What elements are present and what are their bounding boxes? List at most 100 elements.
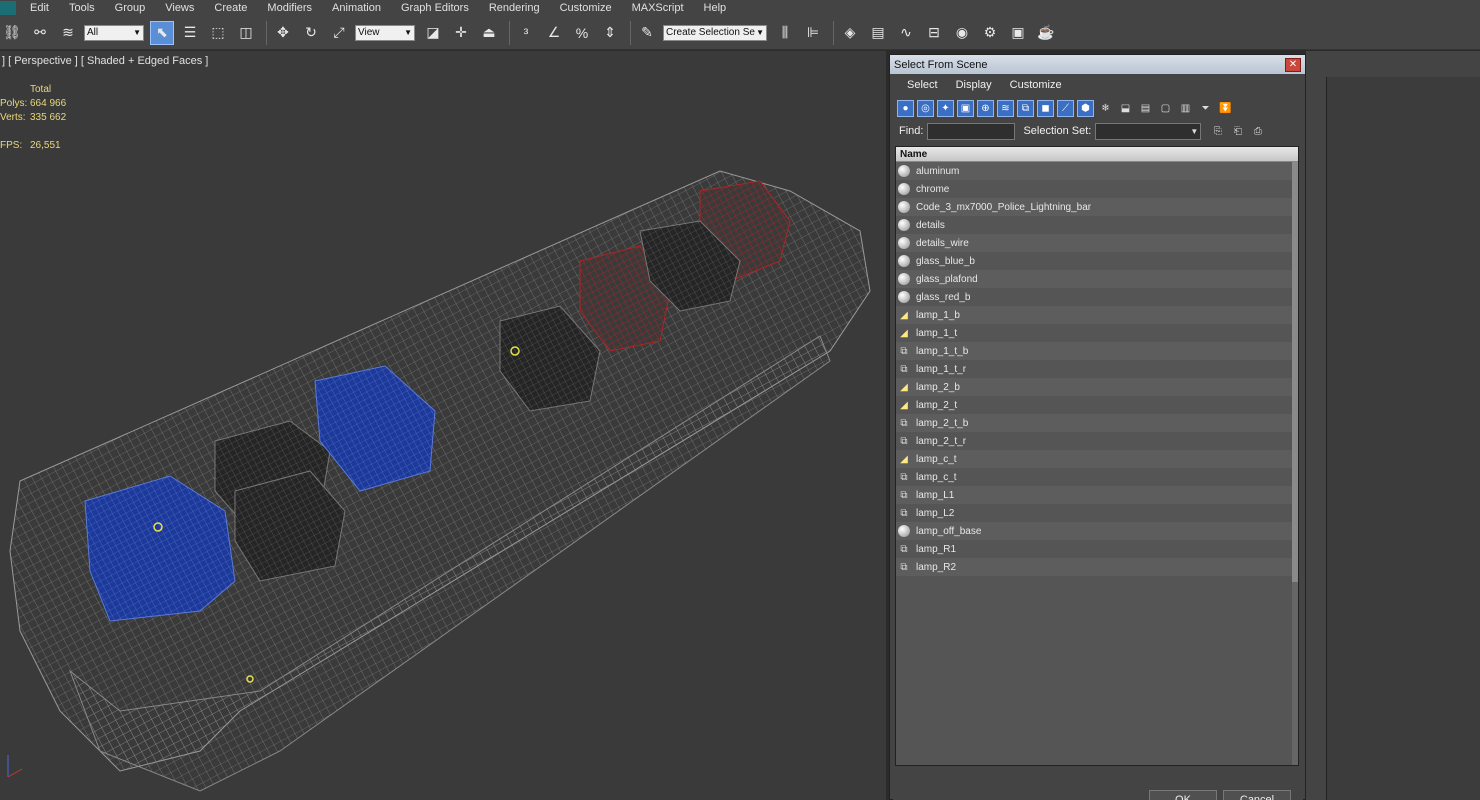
list-item[interactable]: ⧉ lamp_1_t_r	[896, 360, 1298, 378]
angle-snap-icon[interactable]: ∠	[542, 21, 566, 45]
menu-customize[interactable]: Customize	[560, 2, 612, 14]
list-item[interactable]: ◢ lamp_c_t	[896, 450, 1298, 468]
schematic-view-icon[interactable]: ⊟	[922, 21, 946, 45]
ribbon-icon[interactable]: ▤	[866, 21, 890, 45]
select-invert-icon[interactable]: ▥	[1177, 100, 1194, 117]
menu-create[interactable]: Create	[214, 2, 247, 14]
link-icon[interactable]: ⛓	[0, 21, 24, 45]
filter-options-icon[interactable]: ⏬	[1217, 100, 1234, 117]
list-item[interactable]: details_wire	[896, 234, 1298, 252]
menu-group[interactable]: Group	[115, 2, 146, 14]
menu-edit[interactable]: Edit	[30, 2, 49, 14]
display-lights-icon[interactable]: ✦	[937, 99, 954, 117]
ok-button[interactable]: OK	[1149, 790, 1217, 800]
bind-space-warp-icon[interactable]: ≋	[56, 21, 80, 45]
menu-rendering[interactable]: Rendering	[489, 2, 540, 14]
list-item[interactable]: ◢ lamp_2_t	[896, 396, 1298, 414]
mirror-icon[interactable]: ⫼	[773, 21, 797, 45]
display-space-warps-icon[interactable]: ≋	[997, 99, 1014, 117]
list-item[interactable]: ◢ lamp_1_t	[896, 324, 1298, 342]
list-item[interactable]: ◢ lamp_2_b	[896, 378, 1298, 396]
app-icon[interactable]	[0, 1, 16, 15]
layer-manager-icon[interactable]: ◈	[838, 21, 862, 45]
display-bones-icon[interactable]: ⟋	[1057, 99, 1074, 117]
select-manipulate-icon[interactable]: ✛	[449, 21, 473, 45]
find-input[interactable]	[927, 122, 1016, 140]
display-shapes-icon[interactable]: ◎	[917, 99, 934, 117]
percent-snap-icon[interactable]: %	[570, 21, 594, 45]
list-item[interactable]: lamp_off_base	[896, 522, 1298, 540]
menu-help[interactable]: Help	[704, 2, 727, 14]
snaps-toggle-icon[interactable]: ³	[514, 21, 538, 45]
list-item[interactable]: ⧉ lamp_R2	[896, 558, 1298, 576]
keyboard-shortcut-override-icon[interactable]: ⏏	[477, 21, 501, 45]
lightbar-wireframe-model[interactable]	[0, 111, 886, 800]
display-geometry-icon[interactable]: ●	[897, 99, 914, 117]
list-item[interactable]: aluminum	[896, 162, 1298, 180]
list-item[interactable]: ⧉ lamp_L2	[896, 504, 1298, 522]
list-item[interactable]: ⧉ lamp_2_t_r	[896, 432, 1298, 450]
rectangular-selection-icon[interactable]: ⬚	[206, 21, 230, 45]
named-selection-sets-dropdown[interactable]: Create Selection Se ▼	[663, 24, 767, 41]
list-scrollbar[interactable]	[1292, 162, 1298, 765]
add-to-selection-set-icon[interactable]: ⎗	[1229, 123, 1246, 140]
selection-filter-dropdown[interactable]: All ▼	[84, 24, 144, 41]
edit-named-selection-icon[interactable]: ✎	[635, 21, 659, 45]
render-setup-icon[interactable]: ⚙	[978, 21, 1002, 45]
display-frozen-icon[interactable]: ❄	[1097, 100, 1114, 117]
filter-icon[interactable]: ⏷	[1197, 100, 1214, 117]
menu-animation[interactable]: Animation	[332, 2, 381, 14]
rotate-icon[interactable]: ↻	[299, 21, 323, 45]
dialog-title-bar[interactable]: Select From Scene ✕	[890, 55, 1305, 74]
display-cameras-icon[interactable]: ▣	[957, 99, 974, 117]
spinner-snap-icon[interactable]: ⇕	[598, 21, 622, 45]
list-item[interactable]: glass_red_b	[896, 288, 1298, 306]
pivot-center-icon[interactable]: ◪	[421, 21, 445, 45]
name-column-header[interactable]: Name	[896, 147, 1298, 162]
cancel-button[interactable]: Cancel	[1223, 790, 1291, 800]
list-item[interactable]: ⧉ lamp_2_t_b	[896, 414, 1298, 432]
list-item[interactable]: ⧉ lamp_1_t_b	[896, 342, 1298, 360]
list-item[interactable]: ⧉ lamp_R1	[896, 540, 1298, 558]
list-item[interactable]: glass_plafond	[896, 270, 1298, 288]
menu-tools[interactable]: Tools	[69, 2, 95, 14]
list-item[interactable]: glass_blue_b	[896, 252, 1298, 270]
rendered-frame-window-icon[interactable]: ▣	[1006, 21, 1030, 45]
selection-set-dropdown[interactable]: ▼	[1095, 122, 1202, 140]
align-icon[interactable]: ⊫	[801, 21, 825, 45]
menu-maxscript[interactable]: MAXScript	[632, 2, 684, 14]
list-item[interactable]: ⧉ lamp_L1	[896, 486, 1298, 504]
material-editor-icon[interactable]: ◉	[950, 21, 974, 45]
window-crossing-icon[interactable]: ◫	[234, 21, 258, 45]
select-by-name-icon[interactable]: ☰	[178, 21, 202, 45]
remove-from-selection-set-icon[interactable]: ⎙	[1249, 123, 1266, 140]
unlink-icon[interactable]: ⚯	[28, 21, 52, 45]
list-item[interactable]: chrome	[896, 180, 1298, 198]
close-icon[interactable]: ✕	[1285, 57, 1301, 72]
dialog-menu-select[interactable]: Select	[907, 79, 938, 91]
scrollbar-thumb[interactable]	[1292, 162, 1298, 582]
menu-modifiers[interactable]: Modifiers	[267, 2, 312, 14]
scene-object-list[interactable]: Name aluminum chrome Code_3_mx7000_Police_…	[895, 146, 1299, 766]
curve-editor-icon[interactable]: ∿	[894, 21, 918, 45]
scale-icon[interactable]: ⤢	[327, 21, 351, 45]
display-xrefs-icon[interactable]: ◼	[1037, 99, 1054, 117]
display-hidden-icon[interactable]: ⬓	[1117, 100, 1134, 117]
display-groups-icon[interactable]: ⧉	[1017, 99, 1034, 117]
reference-coordinate-dropdown[interactable]: View ▼	[355, 24, 415, 41]
display-helpers-icon[interactable]: ⊕	[977, 99, 994, 117]
dialog-menu-display[interactable]: Display	[956, 79, 992, 91]
list-item[interactable]: ◢ lamp_1_b	[896, 306, 1298, 324]
move-icon[interactable]: ✥	[271, 21, 295, 45]
menu-graph-editors[interactable]: Graph Editors	[401, 2, 469, 14]
select-none-icon[interactable]: ▢	[1157, 100, 1174, 117]
perspective-viewport[interactable]: ] [ Perspective ] [ Shaded + Edged Faces…	[0, 51, 886, 800]
select-object-icon[interactable]: ⬉	[150, 20, 174, 45]
viewport-label[interactable]: ] [ Perspective ] [ Shaded + Edged Faces…	[2, 55, 208, 67]
list-item[interactable]: ⧉ lamp_c_t	[896, 468, 1298, 486]
list-item[interactable]: Code_3_mx7000_Police_Lightning_bar	[896, 198, 1298, 216]
display-containers-icon[interactable]: ⬢	[1077, 99, 1094, 117]
select-all-icon[interactable]: ▤	[1137, 100, 1154, 117]
dialog-menu-customize[interactable]: Customize	[1010, 79, 1062, 91]
menu-views[interactable]: Views	[165, 2, 194, 14]
